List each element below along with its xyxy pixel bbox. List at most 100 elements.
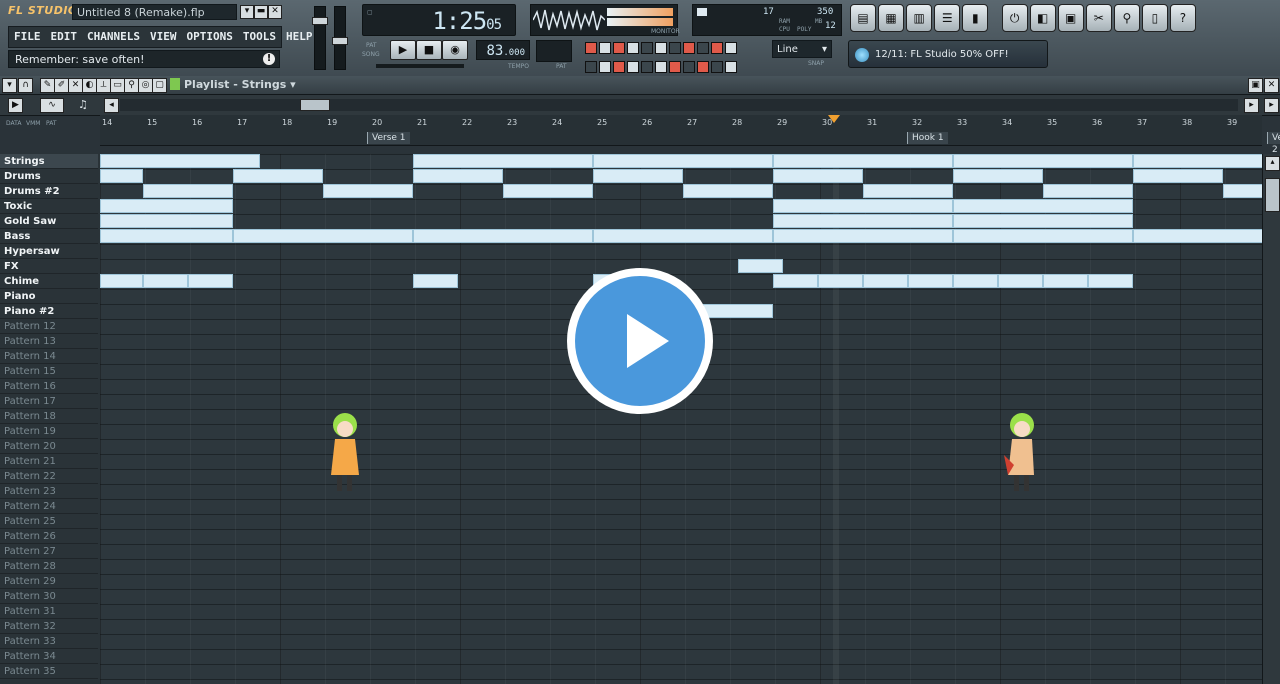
- document-icon[interactable]: ▯: [1141, 4, 1168, 32]
- magnet-icon[interactable]: ∩: [18, 78, 33, 93]
- pattern-clip[interactable]: [953, 214, 1133, 228]
- play-pattern-icon[interactable]: ▶: [8, 98, 23, 113]
- pattern-clip[interactable]: [953, 199, 1133, 213]
- help-icon[interactable]: ?: [1169, 4, 1196, 32]
- track-name[interactable]: Piano: [0, 289, 98, 304]
- pattern-clip[interactable]: [1043, 184, 1133, 198]
- toggle-button[interactable]: [655, 42, 667, 54]
- toggle-button[interactable]: [641, 61, 653, 73]
- toggle-button[interactable]: [599, 42, 611, 54]
- pattern-clip[interactable]: [953, 169, 1043, 183]
- video-play-button[interactable]: [567, 268, 713, 414]
- pat-mode-label[interactable]: PAT: [366, 42, 377, 49]
- pattern-clip[interactable]: [773, 169, 863, 183]
- track-name[interactable]: Pattern 16: [0, 379, 98, 394]
- pattern-clip[interactable]: [233, 229, 413, 243]
- pattern-clip[interactable]: [1088, 274, 1133, 288]
- automation-icon[interactable]: ∿: [40, 98, 64, 113]
- playlist-title[interactable]: Playlist - Strings ▾: [184, 78, 296, 91]
- track-name[interactable]: Pattern 31: [0, 604, 98, 619]
- pattern-clip[interactable]: [1133, 154, 1263, 168]
- track-name[interactable]: Pattern 26: [0, 529, 98, 544]
- track-name[interactable]: Gold Saw: [0, 214, 98, 229]
- scroll-thumb[interactable]: [300, 99, 330, 111]
- track-name[interactable]: Pattern 20: [0, 439, 98, 454]
- pattern-clip[interactable]: [413, 274, 458, 288]
- track-name[interactable]: Pattern 21: [0, 454, 98, 469]
- zoom-tool-icon[interactable]: ⚲: [124, 78, 139, 93]
- maximize-icon[interactable]: ▣: [1248, 78, 1263, 93]
- toggle-button[interactable]: [641, 42, 653, 54]
- pattern-clip[interactable]: [100, 169, 143, 183]
- timeline-ruler[interactable]: 14 15 16 17 18 19 20 21 22 23 24 25 26 27 28 29 30 31 32 33…: [100, 115, 1280, 155]
- pattern-clip[interactable]: [100, 274, 143, 288]
- toggle-button[interactable]: [655, 61, 667, 73]
- toggle-button[interactable]: [669, 61, 681, 73]
- toggle-button[interactable]: [711, 61, 723, 73]
- track-name[interactable]: Pattern 29: [0, 574, 98, 589]
- scroll-up-icon[interactable]: ▴: [1265, 156, 1280, 171]
- mute-tool-icon[interactable]: ◐: [82, 78, 97, 93]
- track-name[interactable]: Bass: [0, 229, 98, 244]
- playlist-window-icon[interactable]: ▤: [850, 4, 877, 32]
- track-name[interactable]: Pattern 14: [0, 349, 98, 364]
- pattern-clip[interactable]: [818, 274, 863, 288]
- toggle-button[interactable]: [613, 61, 625, 73]
- track-name[interactable]: Pattern 34: [0, 649, 98, 664]
- info-icon[interactable]: !: [263, 53, 275, 65]
- master-pitch-slider[interactable]: [332, 6, 348, 70]
- pattern-clip[interactable]: [703, 304, 773, 318]
- song-position-display[interactable]: ▢ 1:2505: [362, 4, 516, 36]
- step-sequencer-icon[interactable]: ▦: [878, 4, 905, 32]
- note-icon[interactable]: ♫: [78, 98, 88, 111]
- dropdown-arrow-icon[interactable]: ▾: [240, 5, 254, 19]
- pattern-clip[interactable]: [953, 274, 998, 288]
- menu-edit[interactable]: EDIT: [46, 27, 83, 47]
- track-name[interactable]: FX: [0, 259, 98, 274]
- scroll-right-icon[interactable]: ▸: [1244, 98, 1259, 113]
- track-name[interactable]: Pattern 28: [0, 559, 98, 574]
- track-name[interactable]: Pattern 22: [0, 469, 98, 484]
- pattern-clip[interactable]: [953, 154, 1133, 168]
- toggle-button[interactable]: [627, 61, 639, 73]
- piano-roll-icon[interactable]: ▥: [906, 4, 933, 32]
- pattern-clip[interactable]: [773, 214, 953, 228]
- pattern-clip[interactable]: [413, 169, 503, 183]
- toggle-button[interactable]: [585, 42, 597, 54]
- track-name[interactable]: Pattern 17: [0, 394, 98, 409]
- pattern-clip[interactable]: [233, 169, 323, 183]
- pattern-clip[interactable]: [1133, 169, 1223, 183]
- track-name[interactable]: Strings: [0, 154, 98, 169]
- snap-select[interactable]: Line ▾: [772, 40, 832, 58]
- track-name[interactable]: Piano #2: [0, 304, 98, 319]
- master-volume-slider[interactable]: [312, 6, 328, 70]
- slider-knob[interactable]: [312, 17, 328, 25]
- track-name[interactable]: Pattern 27: [0, 544, 98, 559]
- search-icon[interactable]: ⚲: [1113, 4, 1140, 32]
- pattern-clip[interactable]: [1043, 274, 1088, 288]
- pattern-clip[interactable]: [503, 184, 593, 198]
- track-name[interactable]: Pattern 18: [0, 409, 98, 424]
- pattern-clip[interactable]: [143, 274, 188, 288]
- pattern-clip[interactable]: [143, 184, 233, 198]
- track-name[interactable]: Chime: [0, 274, 98, 289]
- pattern-clip[interactable]: [683, 184, 773, 198]
- select-tool-icon[interactable]: ▭: [110, 78, 125, 93]
- menu-view[interactable]: VIEW: [145, 27, 182, 47]
- track-name[interactable]: Pattern 25: [0, 514, 98, 529]
- pattern-clip[interactable]: [413, 229, 593, 243]
- close-icon[interactable]: ✕: [268, 5, 282, 19]
- save-icon[interactable]: ◧: [1029, 4, 1056, 32]
- song-marker[interactable]: Hook 1: [907, 132, 948, 144]
- pattern-clip[interactable]: [413, 154, 593, 168]
- toggle-button[interactable]: [599, 61, 611, 73]
- track-name[interactable]: Drums: [0, 169, 98, 184]
- window-tool-icon[interactable]: ▢: [152, 78, 167, 93]
- pattern-clip[interactable]: [773, 229, 953, 243]
- tempo-display[interactable]: 83.000: [476, 40, 530, 60]
- menu-options[interactable]: OPTIONS: [181, 27, 237, 47]
- toggle-button[interactable]: [613, 42, 625, 54]
- pattern-clip[interactable]: [100, 214, 233, 228]
- cut-icon[interactable]: ✂: [1085, 4, 1112, 32]
- track-name[interactable]: Drums #2: [0, 184, 98, 199]
